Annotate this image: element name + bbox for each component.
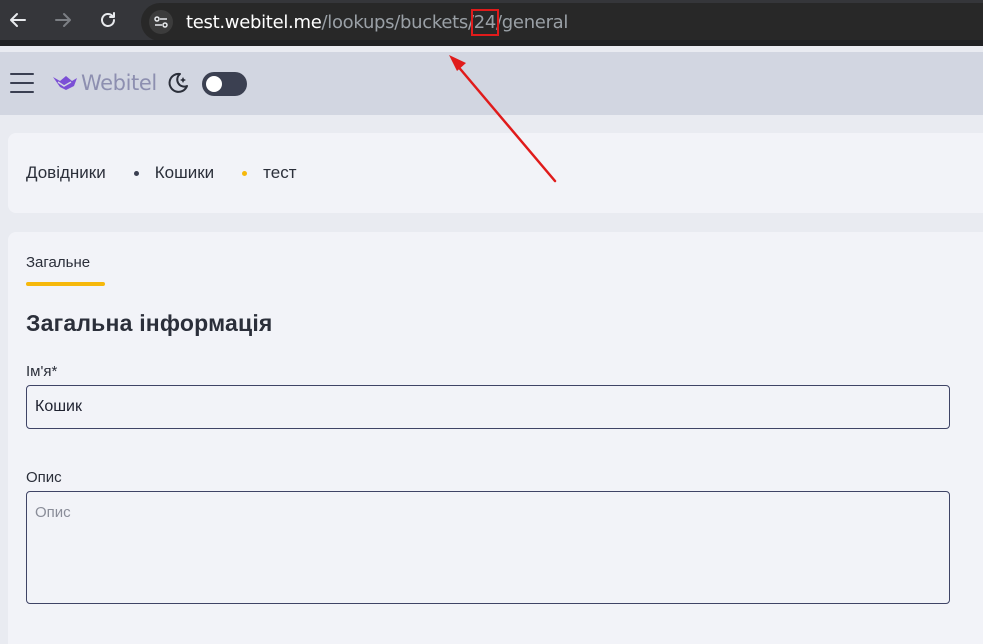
theme-toggle[interactable] bbox=[202, 72, 247, 96]
url-highlight: 24 bbox=[470, 9, 500, 36]
tab-active-indicator bbox=[26, 282, 105, 286]
main-card: Загальне Загальна інформація Ім'я* Кошик… bbox=[8, 232, 983, 644]
breadcrumb-item-lookups[interactable]: Довідники bbox=[26, 163, 106, 183]
breadcrumb-separator bbox=[242, 170, 248, 176]
url-text: test.webitel.me/lookups/buckets/24/gener… bbox=[186, 9, 569, 36]
logo-text: Webitel bbox=[81, 71, 157, 95]
reload-icon[interactable] bbox=[94, 6, 122, 34]
name-input[interactable]: Кошик bbox=[26, 385, 950, 429]
breadcrumb-item-current: тест bbox=[263, 163, 297, 182]
name-label: Ім'я* bbox=[26, 363, 58, 380]
url-path: /lookups/buckets/ bbox=[321, 12, 474, 33]
browser-toolbar: test.webitel.me/lookups/buckets/24/gener… bbox=[0, 0, 983, 46]
breadcrumb-card: Довідники Кошики тест bbox=[8, 133, 983, 213]
description-label: Опис bbox=[26, 469, 62, 486]
toggle-knob bbox=[206, 76, 222, 92]
url-host: test.webitel.me bbox=[186, 12, 322, 33]
logo[interactable]: Webitel bbox=[52, 70, 157, 96]
back-icon[interactable] bbox=[4, 6, 32, 34]
app-header: Webitel bbox=[0, 52, 983, 115]
webitel-logo-icon bbox=[53, 76, 77, 90]
tab-general[interactable]: Загальне bbox=[26, 254, 90, 271]
breadcrumb-separator bbox=[133, 170, 139, 176]
url-path-end: /general bbox=[496, 12, 569, 33]
menu-icon[interactable] bbox=[10, 73, 34, 93]
description-textarea[interactable]: Опис bbox=[26, 491, 950, 604]
moon-icon bbox=[166, 71, 190, 95]
forward-icon[interactable] bbox=[49, 6, 77, 34]
breadcrumb: Довідники Кошики тест bbox=[26, 163, 297, 183]
breadcrumb-item-buckets[interactable]: Кошики bbox=[155, 163, 214, 183]
section-title: Загальна інформація bbox=[26, 310, 273, 336]
address-bar[interactable]: test.webitel.me/lookups/buckets/24/gener… bbox=[141, 3, 983, 41]
site-settings-icon[interactable] bbox=[149, 10, 173, 34]
